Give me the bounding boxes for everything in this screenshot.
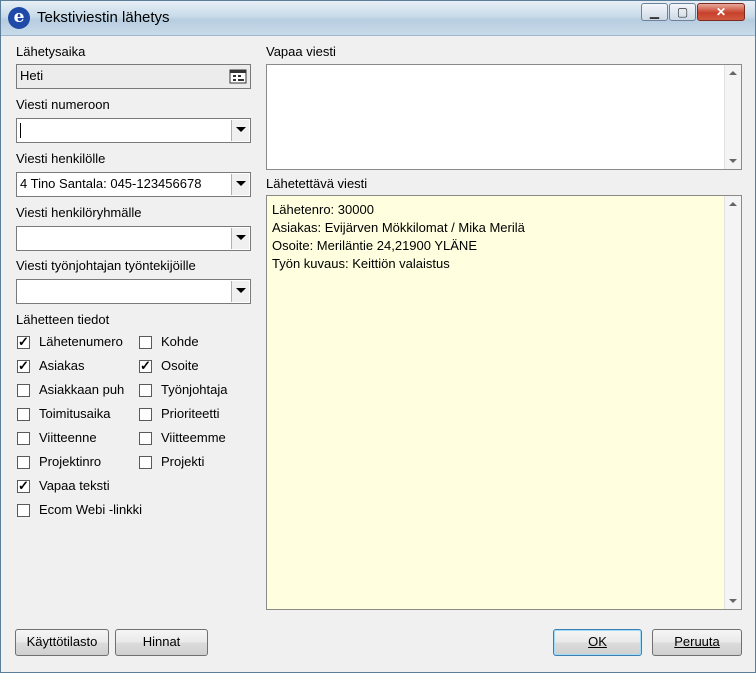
chevron-down-icon[interactable] [231,281,249,302]
scroll-up-icon[interactable] [729,71,737,75]
send-time-value: Heti [20,68,44,83]
checkbox-label: Työnjohtaja [161,382,228,397]
ok-button-label: OK [588,634,607,649]
checkbox-label: Kohde [161,334,199,349]
outgoing-message-textarea[interactable]: Lähetenro: 30000 Asiakas: Evijärven Mökk… [266,195,742,610]
to-foreman-combobox[interactable] [16,279,251,304]
checkbox-label: Prioriteetti [161,406,220,421]
checkbox-box[interactable] [17,504,30,517]
maximize-button[interactable]: ▢ [669,3,696,21]
maximize-icon: ▢ [676,5,689,19]
checkbox-label: Viitteemme [161,430,226,445]
chevron-down-icon[interactable] [231,120,249,141]
scroll-down-icon[interactable] [729,159,737,163]
outgoing-message-label: Lähetettävä viesti [266,176,368,191]
order-info-label: Lähetteen tiedot [16,312,110,327]
checkbox-label: Viitteenne [39,430,97,445]
checkbox-box[interactable] [17,384,30,397]
cancel-button-label: Peruuta [674,634,720,649]
checkbox-box[interactable] [17,432,30,445]
send-time-field[interactable]: Heti [16,64,251,89]
to-person-combobox[interactable]: 4 Tino Santala: 045-123456678 [16,172,251,197]
checkbox-label: Lähetenumero [39,334,123,349]
ok-button[interactable]: OK [553,629,642,656]
checkbox-label: Asiakas [39,358,85,373]
send-time-label: Lähetysaika [16,44,86,59]
checkbox-label: Asiakkaan puh [39,382,125,397]
to-foreman-label: Viesti työnjohtajan työntekijöille [16,258,196,273]
checkbox-label: Osoite [161,358,199,373]
message-line: Asiakas: Evijärven Mökkilomat / Mika Mer… [272,220,525,235]
window-title: Tekstiviestin lähetys [37,9,170,26]
cancel-button[interactable]: Peruuta [652,629,742,656]
chevron-down-icon[interactable] [231,174,249,195]
checkbox-label: Vapaa teksti [39,478,110,493]
checkbox-label: Ecom Webi -linkki [39,502,143,517]
free-message-textarea[interactable] [266,64,742,170]
free-message-label: Vapaa viesti [266,44,336,59]
calendar-icon[interactable] [229,68,247,84]
checkbox-box[interactable] [139,432,152,445]
checkbox-box[interactable] [17,408,30,421]
checkbox-box[interactable] [17,456,30,469]
free-message-scrollbar[interactable] [724,65,741,169]
checkbox-box[interactable] [139,384,152,397]
to-person-label: Viesti henkilölle [16,151,106,166]
close-icon: ✕ [715,5,727,19]
scroll-up-icon[interactable] [729,202,737,206]
outgoing-message-text: Lähetenro: 30000 Asiakas: Evijärven Mökk… [272,201,525,273]
close-button[interactable]: ✕ [697,3,745,21]
title-bar: e Tekstiviestin lähetys ▁ ▢ ✕ [1,1,755,36]
chevron-down-icon[interactable] [231,228,249,249]
checkbox-label: Projekti [161,454,205,469]
checkbox-box[interactable] [139,357,152,375]
to-number-combobox[interactable] [16,118,251,143]
sms-send-dialog: e Tekstiviestin lähetys ▁ ▢ ✕ Lähetysaik… [0,0,756,673]
prices-button[interactable]: Hinnat [115,629,208,656]
message-line: Työn kuvaus: Keittiön valaistus [272,256,450,271]
minimize-button[interactable]: ▁ [641,3,668,21]
scroll-down-icon[interactable] [729,599,737,603]
to-group-combobox[interactable] [16,226,251,251]
text-caret [20,123,21,138]
app-e-icon: e [8,7,30,29]
checkbox-box[interactable] [139,336,152,349]
to-group-label: Viesti henkilöryhmälle [16,205,142,220]
message-line: Lähetenro: 30000 [272,202,374,217]
checkbox-box[interactable] [17,333,30,351]
checkbox-label: Projektinro [39,454,102,469]
checkbox-box[interactable] [139,456,152,469]
minimize-icon: ▁ [649,5,660,19]
checkbox-box[interactable] [17,477,30,495]
usage-stats-button[interactable]: Käyttötilasto [15,629,109,656]
message-line: Osoite: Meriläntie 24,21900 YLÄNE [272,238,477,253]
to-person-value: 4 Tino Santala: 045-123456678 [20,176,202,191]
outgoing-message-scrollbar[interactable] [724,196,741,609]
checkbox-box[interactable] [139,408,152,421]
to-number-label: Viesti numeroon [16,97,110,112]
checkbox-box[interactable] [17,357,30,375]
checkbox-label: Toimitusaika [39,406,111,421]
